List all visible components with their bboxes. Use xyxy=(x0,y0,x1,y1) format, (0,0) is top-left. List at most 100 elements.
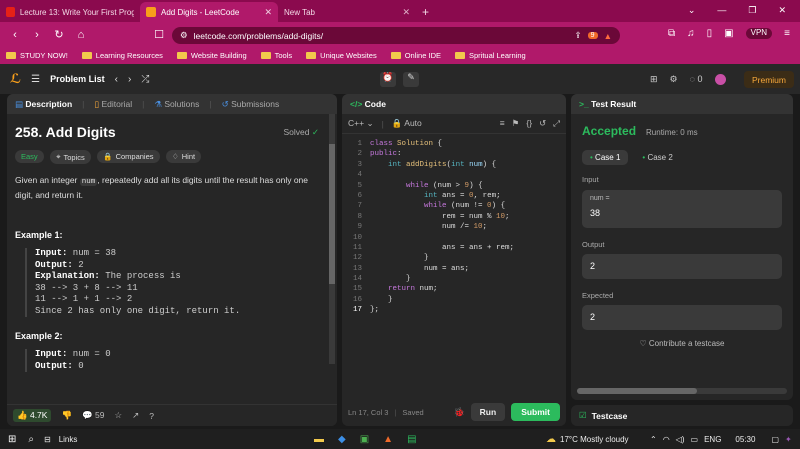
leetcode-logo-icon[interactable]: ℒ xyxy=(10,71,21,87)
like-button[interactable]: 👍 4.7K xyxy=(13,409,52,422)
battery-icon[interactable]: ▭ xyxy=(691,435,699,444)
case-1-tab[interactable]: • Case 1 xyxy=(582,150,629,165)
bookmark-website-building[interactable]: Website Building xyxy=(176,51,247,60)
tray-expand-icon[interactable]: ⌃ xyxy=(650,435,657,444)
run-button[interactable]: Run xyxy=(470,403,506,421)
site-info-icon[interactable]: ⚙ xyxy=(180,30,188,41)
contribute-testcase-link[interactable]: ♡ Contribute a testcase xyxy=(582,339,782,348)
timer-icon[interactable]: ⏰ xyxy=(380,72,396,87)
close-tab-icon[interactable]: ✕ xyxy=(264,7,272,18)
difficulty-chip[interactable]: Easy xyxy=(15,150,44,163)
bookmark-spritual-learning[interactable]: Spritual Learning xyxy=(455,51,526,60)
menu-icon[interactable]: ≡ xyxy=(784,28,790,39)
help-icon[interactable]: ? xyxy=(149,411,154,421)
tab-new[interactable]: New Tab ✕ xyxy=(278,2,416,22)
extensions-icon[interactable]: ⧉ xyxy=(668,28,675,39)
braces-icon[interactable]: {} xyxy=(526,118,532,129)
music-icon[interactable]: ♫ xyxy=(687,28,695,39)
folder-icon xyxy=(455,52,465,59)
wallet-icon[interactable]: ▣ xyxy=(724,28,733,39)
chevron-down-icon[interactable]: ⌄ xyxy=(688,5,696,16)
description-scrollbar[interactable] xyxy=(329,114,335,364)
terminal-app-icon[interactable]: ▣ xyxy=(360,434,369,445)
close-tab-icon[interactable]: ✕ xyxy=(402,7,410,18)
next-problem-icon[interactable]: › xyxy=(128,74,131,85)
clock[interactable]: 05:30 xyxy=(735,435,755,444)
home-icon[interactable]: ⌂ xyxy=(74,28,88,42)
companies-chip[interactable]: 🔒 Companies xyxy=(97,150,160,163)
weather-widget[interactable]: ☁ 17°C Mostly cloudy xyxy=(546,434,629,445)
bookmark-online-ide[interactable]: Online IDE xyxy=(390,51,441,60)
star-icon[interactable]: ☆ xyxy=(114,410,122,421)
premium-button[interactable]: Premium xyxy=(744,71,794,88)
bookmark-study-now[interactable]: STUDY NOW! xyxy=(6,51,68,60)
copilot-icon[interactable]: ✦ xyxy=(785,435,792,444)
vpn-button[interactable]: VPN xyxy=(745,28,773,39)
language-indicator[interactable]: ENG xyxy=(704,435,721,444)
reload-icon[interactable]: ↻ xyxy=(52,28,66,42)
vscode-icon[interactable]: ◆ xyxy=(338,434,346,445)
volume-icon[interactable]: ◁) xyxy=(676,435,685,444)
windows-start-icon[interactable]: ⊞ xyxy=(8,434,16,445)
new-tab-button[interactable]: + xyxy=(416,2,435,22)
minimize-icon[interactable]: — xyxy=(717,5,726,16)
submit-button[interactable]: Submit xyxy=(511,403,560,421)
fullscreen-icon[interactable]: ⤢ xyxy=(553,118,560,129)
layout-icon[interactable]: ⊞ xyxy=(650,74,658,85)
file-explorer-icon[interactable]: ▬ xyxy=(314,434,324,445)
bookmark-unique-websites[interactable]: Unique Websites xyxy=(306,51,377,60)
autocomplete-toggle[interactable]: 🔒 Auto xyxy=(392,118,422,129)
links-folder-icon[interactable]: ⊟ xyxy=(44,435,51,444)
brave-rewards-icon[interactable]: ▲ xyxy=(604,31,612,41)
description-panel: ▤ Description | ▯ Editorial | ⚗ Solution… xyxy=(7,94,337,426)
settings-icon[interactable]: ⚙ xyxy=(670,74,678,85)
bookmark-tools[interactable]: Tools xyxy=(260,51,292,60)
debug-icon[interactable]: 🐞 xyxy=(453,407,464,418)
tab-solutions[interactable]: ⚗ Solutions xyxy=(154,99,199,110)
notes-icon[interactable]: ✎ xyxy=(403,72,419,87)
wifi-icon[interactable]: ◠ xyxy=(663,435,670,444)
language-select[interactable]: C++ ⌄ xyxy=(348,118,374,129)
prev-problem-icon[interactable]: ‹ xyxy=(115,74,118,85)
tab-editorial[interactable]: ▯ Editorial xyxy=(94,99,132,110)
shuffle-icon[interactable]: ⤮ xyxy=(141,74,149,85)
share-icon[interactable]: ↗ xyxy=(132,410,139,421)
topics-chip[interactable]: ⌖ Topics xyxy=(50,150,91,164)
problem-list-link[interactable]: Problem List xyxy=(50,74,105,84)
sidebar-icon[interactable]: ▯ xyxy=(707,28,713,39)
tab-lecture[interactable]: Lecture 13: Write Your First Program xyxy=(0,2,140,22)
bookmark-learning-resources[interactable]: Learning Resources xyxy=(81,51,163,60)
case-2-tab[interactable]: • Case 2 xyxy=(636,150,678,165)
code-editor[interactable]: 1 class Solution { 2 public: 3 int addDigi… xyxy=(342,134,566,316)
back-icon[interactable]: ‹ xyxy=(8,28,22,42)
hint-chip[interactable]: ♢ Hint xyxy=(166,150,202,163)
share-icon[interactable]: ⇪ xyxy=(575,30,582,41)
brave-icon[interactable]: ▲ xyxy=(383,434,393,445)
tab-submissions[interactable]: ↺ Submissions xyxy=(222,99,280,110)
links-label[interactable]: Links xyxy=(59,435,78,444)
maximize-icon[interactable]: ❐ xyxy=(748,5,756,16)
bookmark-icon[interactable]: ⚑ xyxy=(512,118,520,129)
example-2-title: Example 2: xyxy=(15,331,63,341)
search-icon[interactable]: ⌕ xyxy=(28,434,34,445)
bookmark-icon[interactable]: ☐ xyxy=(152,28,166,42)
notifications-icon[interactable]: ▢ xyxy=(771,435,779,444)
horizontal-scrollbar[interactable] xyxy=(577,388,787,394)
tab-description[interactable]: ▤ Description xyxy=(15,99,72,110)
format-icon[interactable]: ≡ xyxy=(500,118,505,129)
comments-button[interactable]: 💬 59 xyxy=(82,410,104,421)
app-icon[interactable]: ▤ xyxy=(407,434,416,445)
streak-icon[interactable]: ◌ 0 xyxy=(690,74,703,85)
forward-icon[interactable]: › xyxy=(30,28,44,42)
problem-statement: Given an integer num, repeatedly add all… xyxy=(15,175,309,200)
avatar[interactable] xyxy=(714,74,726,85)
dislike-icon[interactable]: 👎 xyxy=(61,410,72,421)
tab-leetcode[interactable]: Add Digits - LeetCode ✕ xyxy=(140,2,278,22)
brave-shield-icon[interactable]: 9 xyxy=(587,32,598,39)
bulb-icon: ♢ xyxy=(172,152,179,161)
close-window-icon[interactable]: ✕ xyxy=(778,5,786,16)
testcase-tab[interactable]: ☑ Testcase xyxy=(571,405,793,426)
url-bar[interactable]: ⚙ leetcode.com/problems/add-digits/ ⇪ 9 … xyxy=(172,27,620,44)
reset-icon[interactable]: ↺ xyxy=(539,118,546,129)
list-icon[interactable]: ☰ xyxy=(31,74,40,85)
